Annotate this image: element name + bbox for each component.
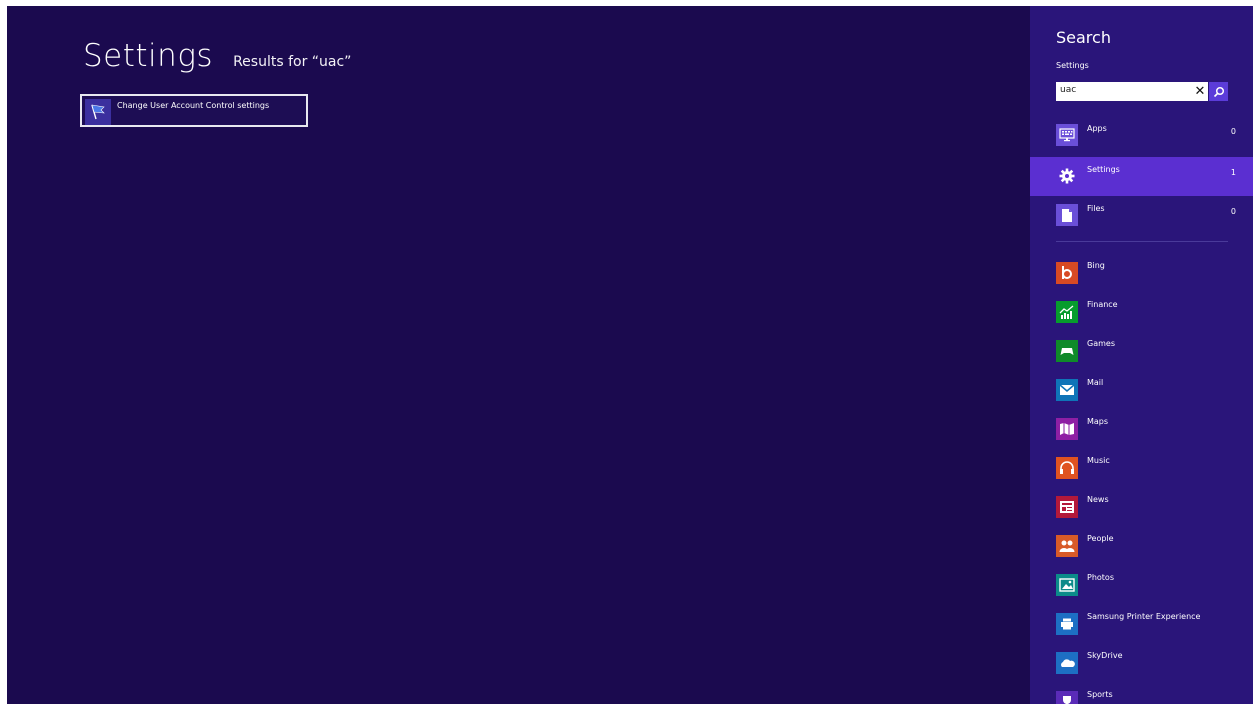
app-item-people[interactable]: People: [1030, 529, 1253, 568]
map-icon: [1056, 418, 1078, 440]
results-subtitle: Results for “uac”: [233, 54, 352, 70]
app-label: Samsung Printer Experience: [1087, 612, 1201, 621]
scope-count: 1: [1230, 168, 1236, 177]
scope-item-files[interactable]: Files 0: [1030, 196, 1253, 235]
app-item-sports[interactable]: Sports: [1030, 685, 1253, 704]
app-item-news[interactable]: News: [1030, 490, 1253, 529]
app-item-maps[interactable]: Maps: [1030, 412, 1253, 451]
search-pane: Search Settings uac ✕ Apps 0 Settings 1 …: [1030, 6, 1253, 704]
newspaper-icon: [1056, 496, 1078, 518]
scope-label: Settings: [1087, 165, 1120, 174]
scope-item-apps[interactable]: Apps 0: [1030, 116, 1253, 155]
app-item-samsung-printer[interactable]: Samsung Printer Experience: [1030, 607, 1253, 646]
search-icon[interactable]: [1209, 82, 1228, 101]
scope-label: Apps: [1087, 124, 1107, 133]
app-label: Maps: [1087, 417, 1109, 426]
app-label: Bing: [1087, 261, 1105, 270]
start-screen: Settings Results for “uac” Change User A…: [7, 6, 1253, 704]
app-item-photos[interactable]: Photos: [1030, 568, 1253, 607]
pane-divider: [1056, 241, 1228, 242]
headphones-icon: [1056, 457, 1078, 479]
app-label: News: [1087, 495, 1109, 504]
app-item-skydrive[interactable]: SkyDrive: [1030, 646, 1253, 685]
printer-icon: [1056, 613, 1078, 635]
result-label: Change User Account Control settings: [117, 101, 270, 110]
search-pane-title: Search: [1056, 28, 1111, 47]
file-icon: [1056, 204, 1078, 226]
app-label: Photos: [1087, 573, 1114, 582]
search-scope-label: Settings: [1056, 61, 1089, 70]
scope-label: Files: [1087, 204, 1105, 213]
app-label: People: [1087, 534, 1114, 543]
app-item-music[interactable]: Music: [1030, 451, 1253, 490]
envelope-icon: [1056, 379, 1078, 401]
app-item-bing[interactable]: Bing: [1030, 256, 1253, 295]
app-label: Finance: [1087, 300, 1118, 309]
gear-icon: [1056, 165, 1078, 187]
app-item-finance[interactable]: Finance: [1030, 295, 1253, 334]
app-label: Sports: [1087, 690, 1113, 699]
results-heading: Settings Results for “uac”: [83, 38, 351, 74]
results-area: Settings Results for “uac” Change User A…: [7, 6, 1030, 704]
app-label: Games: [1087, 339, 1115, 348]
app-label: Music: [1087, 456, 1110, 465]
app-item-mail[interactable]: Mail: [1030, 373, 1253, 412]
scope-item-settings[interactable]: Settings 1: [1030, 157, 1253, 196]
gamepad-icon: [1056, 340, 1078, 362]
app-label: Mail: [1087, 378, 1104, 387]
search-input[interactable]: uac: [1056, 82, 1208, 101]
result-item-uac[interactable]: Change User Account Control settings: [80, 94, 308, 127]
page-title: Settings: [83, 38, 214, 74]
cloud-icon: [1056, 652, 1078, 674]
apps-keyboard-icon: [1056, 124, 1078, 146]
bing-icon: [1056, 262, 1078, 284]
close-icon[interactable]: ✕: [1192, 82, 1208, 101]
finance-chart-icon: [1056, 301, 1078, 323]
people-icon: [1056, 535, 1078, 557]
photo-icon: [1056, 574, 1078, 596]
uac-flag-icon: [85, 99, 111, 125]
app-item-games[interactable]: Games: [1030, 334, 1253, 373]
scope-count: 0: [1230, 127, 1236, 136]
app-label: SkyDrive: [1087, 651, 1123, 660]
scope-count: 0: [1230, 207, 1236, 216]
trophy-icon: [1056, 691, 1078, 704]
